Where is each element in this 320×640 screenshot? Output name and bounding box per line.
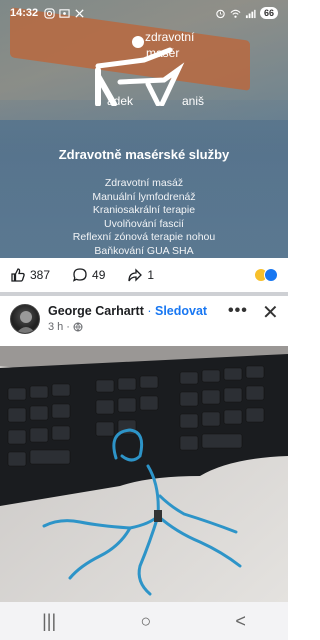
system-nav-bar: ||| ○ < [0, 602, 288, 640]
ad-title: Zdravotně masérské služby [58, 147, 230, 162]
like-button[interactable]: 387 [10, 267, 50, 283]
service-item: Kraniosakrální terapie [92, 204, 196, 216]
post-divider [0, 292, 288, 296]
post-header: George Carhartt · Sledovat 3 h · ••• ✕ [0, 300, 288, 340]
comment-count: 49 [92, 268, 106, 282]
like-count: 387 [30, 268, 51, 282]
logo-name-right: aniš [182, 94, 205, 108]
thumbs-up-icon [11, 268, 25, 282]
battery-icon: 66 [259, 7, 278, 19]
share-icon [128, 268, 143, 282]
reaction-bar: 387 49 1 [0, 262, 288, 288]
services-list: Zdravotní masáž Manuální lymfodrenáž Kra… [0, 177, 288, 258]
post-time[interactable]: 3 h [48, 321, 63, 333]
back-button[interactable]: < [235, 611, 246, 632]
share-count: 1 [147, 268, 155, 282]
like-emoji-icon [264, 268, 278, 282]
ad-image[interactable]: zdravotní masér adek aniš Zdravotně masé… [0, 0, 288, 258]
more-options-icon[interactable]: ••• [228, 302, 248, 320]
comment-icon [72, 268, 87, 282]
logo-name-left: adek [107, 94, 134, 108]
author-name[interactable]: George Carhartt [48, 304, 144, 318]
keyboard-photo [0, 346, 288, 602]
logo-line-2: masér [146, 46, 180, 60]
reaction-emojis[interactable] [254, 268, 278, 282]
post-photo[interactable] [0, 346, 288, 602]
home-button[interactable]: ○ [140, 611, 151, 632]
close-icon[interactable]: ✕ [262, 300, 279, 325]
share-button[interactable]: 1 [127, 267, 154, 283]
avatar[interactable] [10, 304, 40, 334]
signal-icon [245, 9, 256, 18]
x-icon [75, 8, 84, 18]
service-item: Baňkování GUA SHA [94, 244, 194, 257]
service-item: Reflexní zónová terapie nohou [72, 231, 216, 243]
instagram-icon [44, 7, 55, 19]
meta-dot: · [66, 321, 70, 333]
service-item: Uvolňování fascií [104, 217, 184, 230]
status-time: 14:32 [10, 7, 39, 19]
screenshot-icon [59, 8, 70, 18]
logo-line-1: zdravotní [145, 30, 195, 44]
alarm-icon [216, 9, 225, 18]
status-bar: 14:32 66 [0, 0, 288, 26]
recent-apps-button[interactable]: ||| [42, 611, 56, 632]
comment-button[interactable]: 49 [72, 267, 105, 283]
globe-icon [73, 322, 83, 332]
avatar-silhouette-icon [16, 311, 36, 333]
follow-button[interactable]: Sledovat [155, 304, 207, 318]
name-separator: · [147, 304, 152, 318]
service-item: Zdravotní masáž [104, 177, 184, 189]
wifi-icon [230, 9, 241, 18]
service-item: Manuální lymfodrenáž [92, 190, 196, 203]
